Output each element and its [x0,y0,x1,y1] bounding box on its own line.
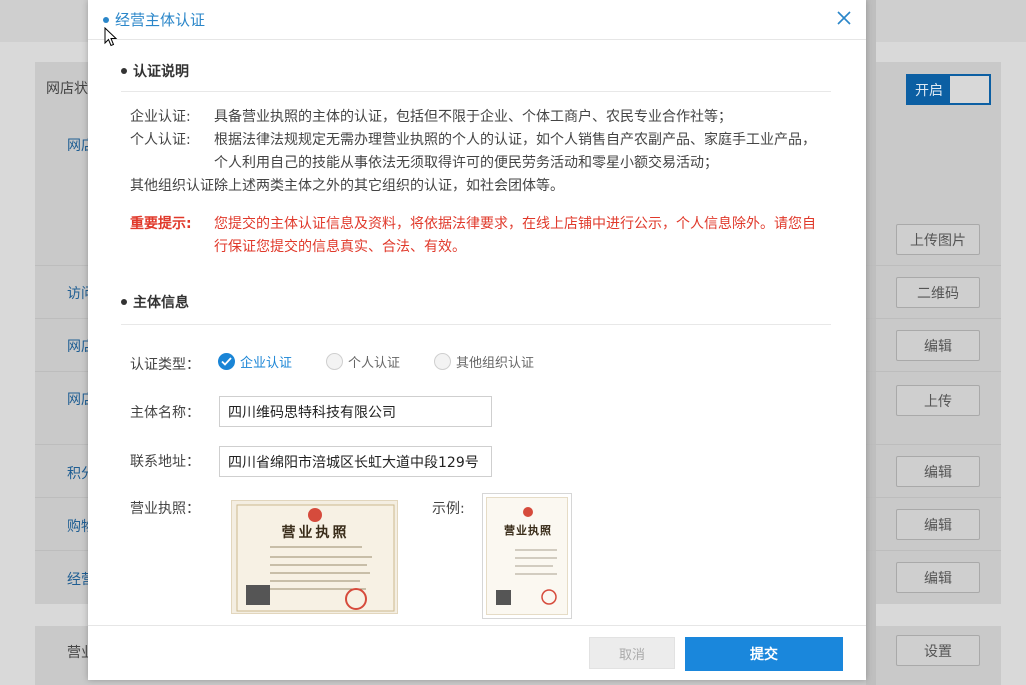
edit-button[interactable]: 编辑 [896,456,980,487]
info-heading-text: 主体信息 [133,295,189,311]
intro-row-value: 除上述两类主体之外的其它组织的认证，如社会团体等。 [214,178,564,194]
type-radio-group: 企业认证 个人认证 其他组织认证 [218,352,568,371]
qrcode-button[interactable]: 二维码 [896,277,980,308]
example-image-title: 营业执照 [504,524,552,537]
upload-button[interactable]: 上传 [896,385,980,416]
example-label: 示例: [432,501,465,517]
certification-dialog: 经营主体认证 认证说明 企业认证: 具备营业执照的主体的认证，包括但不限于企业、… [88,0,866,680]
cancel-button[interactable]: 取消 [589,637,675,669]
entity-name-input[interactable] [219,396,492,427]
toggle-on-label: 开启 [908,76,950,103]
example-inner: 营业执照 [486,497,568,615]
license-image-title: 营业执照 [281,525,350,541]
edit-button[interactable]: 编辑 [896,330,980,361]
dialog-footer: 取消 提交 [88,625,866,680]
example-image: 营业执照 [482,493,572,619]
title-dot-icon [103,16,109,23]
license-label: 营业执照： [130,501,200,517]
intro-row-personal: 个人认证: 根据法律法规规定无需办理营业执照的个人的认证，如个人销售自产农副产品… [130,129,824,175]
radio-enterprise[interactable]: 企业认证 [218,352,292,371]
radio-circle-icon [326,353,344,370]
intro-row-value: 具备营业执照的主体的认证，包括但不限于企业、个体工商户、农民专业合作社等； [214,109,732,125]
notice-value: 您提交的主体认证信息及资料，将依据法律要求，在线上店铺中进行公示，个人信息除外。… [214,216,816,255]
section-divider [121,91,831,92]
background-shadow [866,0,876,685]
radio-label: 其他组织认证 [456,356,535,371]
bullet-icon [121,299,127,305]
upload-image-button[interactable]: 上传图片 [896,224,980,255]
important-notice: 重要提示: 您提交的主体认证信息及资料，将依据法律要求，在线上店铺中进行公示，个… [130,213,824,259]
radio-other-org[interactable]: 其他组织认证 [434,352,534,371]
type-label: 认证类型： [130,357,200,373]
dialog-title: 经营主体认证 [103,9,205,30]
submit-button[interactable]: 提交 [685,637,843,671]
notice-key: 重要提示: [130,216,192,232]
settings-button[interactable]: 设置 [896,635,980,666]
intro-row-enterprise: 企业认证: 具备营业执照的主体的认证，包括但不限于企业、个体工商户、农民专业合作… [130,106,824,129]
qr-code-icon [246,585,270,605]
address-label: 联系地址： [130,454,200,470]
address-input[interactable] [219,446,492,477]
background-section-label: 网店状 [46,81,88,97]
intro-section-heading: 认证说明 [121,61,189,81]
checkmark-icon [218,353,235,370]
name-label: 主体名称： [130,405,200,421]
intro-row-key: 企业认证: [130,109,191,125]
intro-heading-text: 认证说明 [133,64,189,80]
edit-button[interactable]: 编辑 [896,562,980,593]
radio-label: 个人认证 [348,356,401,371]
intro-row-other: 其他组织认证: 除上述两类主体之外的其它组织的认证，如社会团体等。 [130,175,824,198]
license-image[interactable]: 营业执照 [231,500,398,614]
edit-button[interactable]: 编辑 [896,509,980,540]
intro-row-key: 其他组织认证: [130,178,219,194]
emblem-icon [308,508,322,522]
intro-row-key: 个人认证: [130,132,191,148]
dialog-title-text: 经营主体认证 [115,11,206,29]
info-section-heading: 主体信息 [121,292,189,312]
bullet-icon [121,68,127,74]
shop-status-toggle[interactable]: 开启 [906,74,991,105]
radio-label: 企业认证 [240,356,293,371]
dialog-header: 经营主体认证 [88,0,866,40]
mouse-pointer-icon [104,27,118,47]
qr-code-icon [496,590,511,605]
emblem-icon [523,507,533,517]
seal-icon [541,589,557,605]
section-divider [121,324,831,325]
close-icon[interactable] [836,10,852,26]
radio-circle-icon [434,353,452,370]
radio-personal[interactable]: 个人认证 [326,352,400,371]
intro-row-value: 根据法律法规规定无需办理营业执照的个人的认证，如个人销售自产农副产品、家庭手工业… [214,132,816,171]
